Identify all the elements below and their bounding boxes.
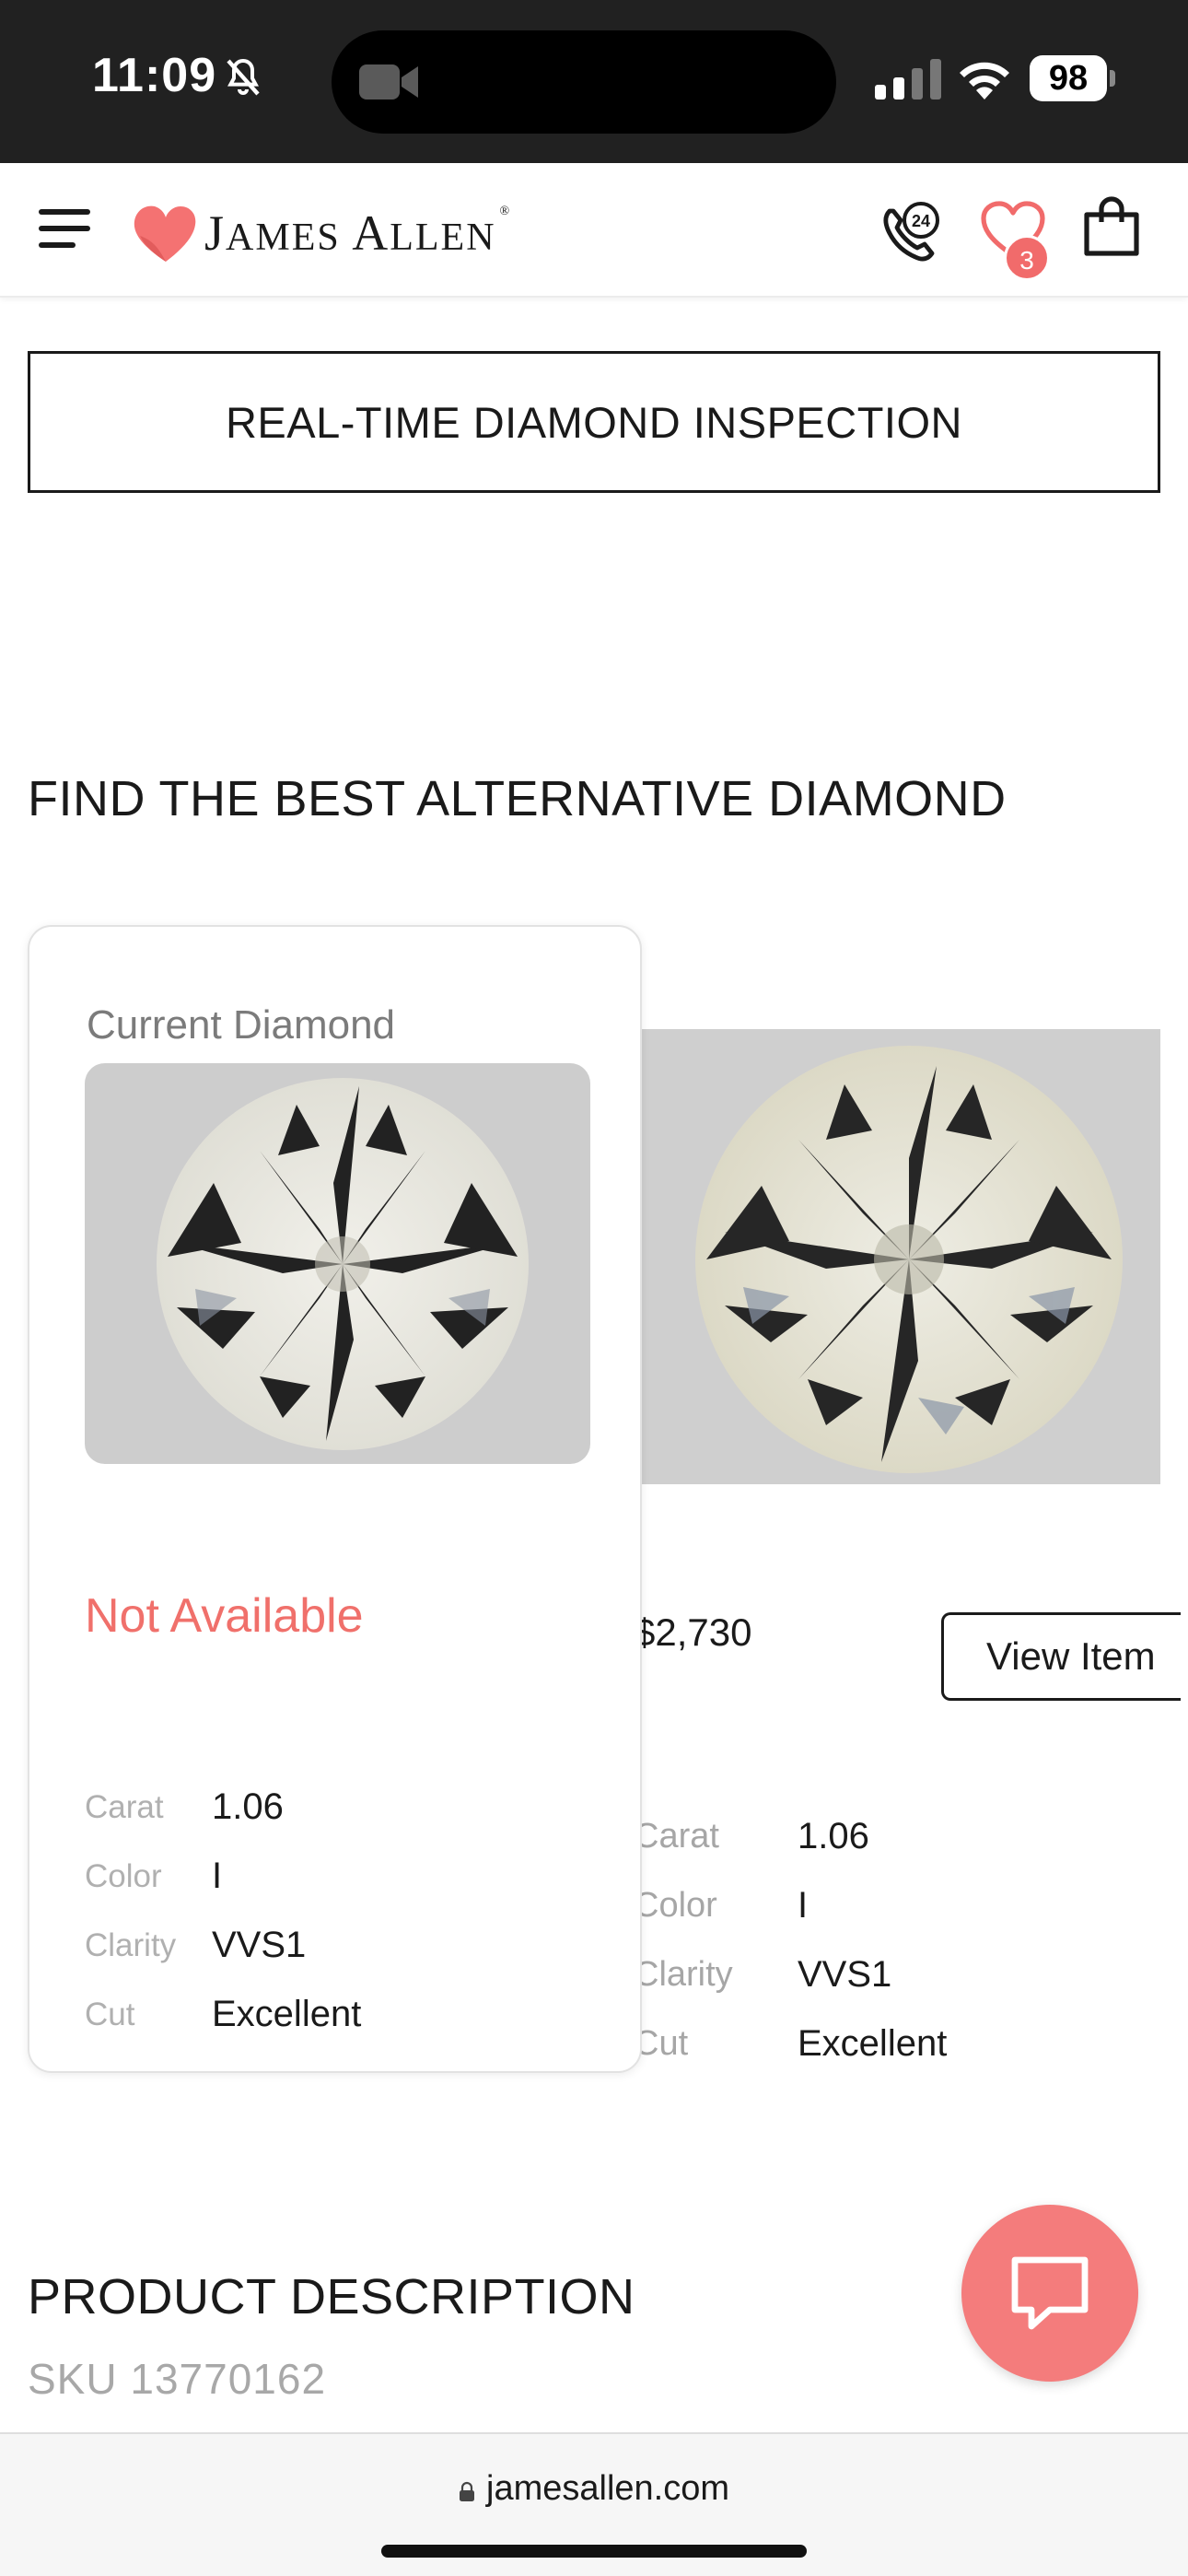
realtime-inspection-button[interactable]: REAL-TIME DIAMOND INSPECTION <box>28 351 1160 493</box>
spec-label: Color <box>634 1886 717 1925</box>
svg-text:24: 24 <box>912 212 930 230</box>
spec-row-clarity: Clarity VVS1 <box>634 1940 947 2009</box>
battery-indicator: 98 <box>1030 55 1115 101</box>
spec-row-color: Color I <box>634 1871 947 1940</box>
status-time: 11:09 <box>92 49 217 102</box>
spec-row-cut: Cut Excellent <box>634 2009 947 2078</box>
spec-label: Clarity <box>634 1955 733 1994</box>
spec-value: I <box>212 1856 223 1896</box>
spec-row-cut: Cut Excellent <box>85 1980 361 2049</box>
menu-icon[interactable] <box>39 205 90 250</box>
spec-row-carat: Carat 1.06 <box>85 1773 361 1842</box>
phone-24-icon[interactable]: 24 <box>877 200 943 266</box>
product-description-title: PRODUCT DESCRIPTION <box>28 2269 635 2324</box>
spec-value: VVS1 <box>212 1925 307 1965</box>
spec-value: I <box>798 1885 809 1926</box>
availability-status: Not Available <box>85 1589 364 1643</box>
brand-name: JAMES ALLEN® <box>204 205 512 261</box>
spec-row-clarity: Clarity VVS1 <box>85 1911 361 1980</box>
current-specs: Carat 1.06 Color I Clarity VVS1 Cut Exce… <box>85 1773 361 2049</box>
heart-logo-icon <box>134 205 196 262</box>
spec-label: Carat <box>85 1788 164 1825</box>
lock-icon <box>460 2481 474 2501</box>
spec-label: Cut <box>634 2024 689 2063</box>
spec-row-color: Color I <box>85 1842 361 1911</box>
wishlist-count-badge: 3 <box>1004 235 1050 281</box>
home-indicator[interactable] <box>381 2545 807 2558</box>
spec-value: 1.06 <box>212 1786 284 1827</box>
brand-logo[interactable]: JAMES ALLEN® <box>133 196 511 270</box>
url-text[interactable]: jamesallen.com <box>0 2469 1188 2509</box>
spec-row-carat: Carat 1.06 <box>634 1802 947 1871</box>
spec-label: Clarity <box>85 1926 177 1963</box>
status-bar: 11:09 98 <box>0 0 1188 163</box>
current-diamond-image <box>85 1063 590 1464</box>
alternative-specs: Carat 1.06 Color I Clarity VVS1 Cut Exce… <box>634 1802 947 2078</box>
signal-icon <box>875 59 941 100</box>
spec-label: Color <box>85 1857 162 1894</box>
wifi-icon <box>960 62 1009 100</box>
current-diamond-label: Current Diamond <box>87 1002 396 1048</box>
alternatives-section-title: FIND THE BEST ALTERNATIVE DIAMOND <box>28 771 1007 826</box>
shopping-bag-icon[interactable] <box>1083 196 1140 257</box>
battery-level: 98 <box>1048 59 1089 98</box>
bell-slash-icon <box>227 58 260 96</box>
alternative-price: $2,730 <box>634 1610 752 1654</box>
product-sku: SKU 13770162 <box>28 2355 327 2403</box>
chat-button[interactable] <box>961 2205 1138 2382</box>
spec-label: Cut <box>85 1996 135 2032</box>
chat-icon <box>1011 2256 1089 2330</box>
site-header: JAMES ALLEN® 24 3 <box>0 163 1188 298</box>
alternative-diamond-image[interactable] <box>642 1029 1160 1484</box>
spec-value: 1.06 <box>798 1816 869 1856</box>
spec-value: Excellent <box>212 1994 362 2034</box>
spec-value: Excellent <box>798 2023 948 2064</box>
video-icon <box>359 64 418 100</box>
view-item-button[interactable]: View Item <box>941 1612 1181 1701</box>
spec-value: VVS1 <box>798 1954 892 1995</box>
current-diamond-card: Current Diamond Not Available Carat 1.06… <box>28 925 642 2073</box>
spec-label: Carat <box>634 1817 719 1856</box>
browser-url-bar[interactable]: jamesallen.com <box>0 2432 1188 2576</box>
